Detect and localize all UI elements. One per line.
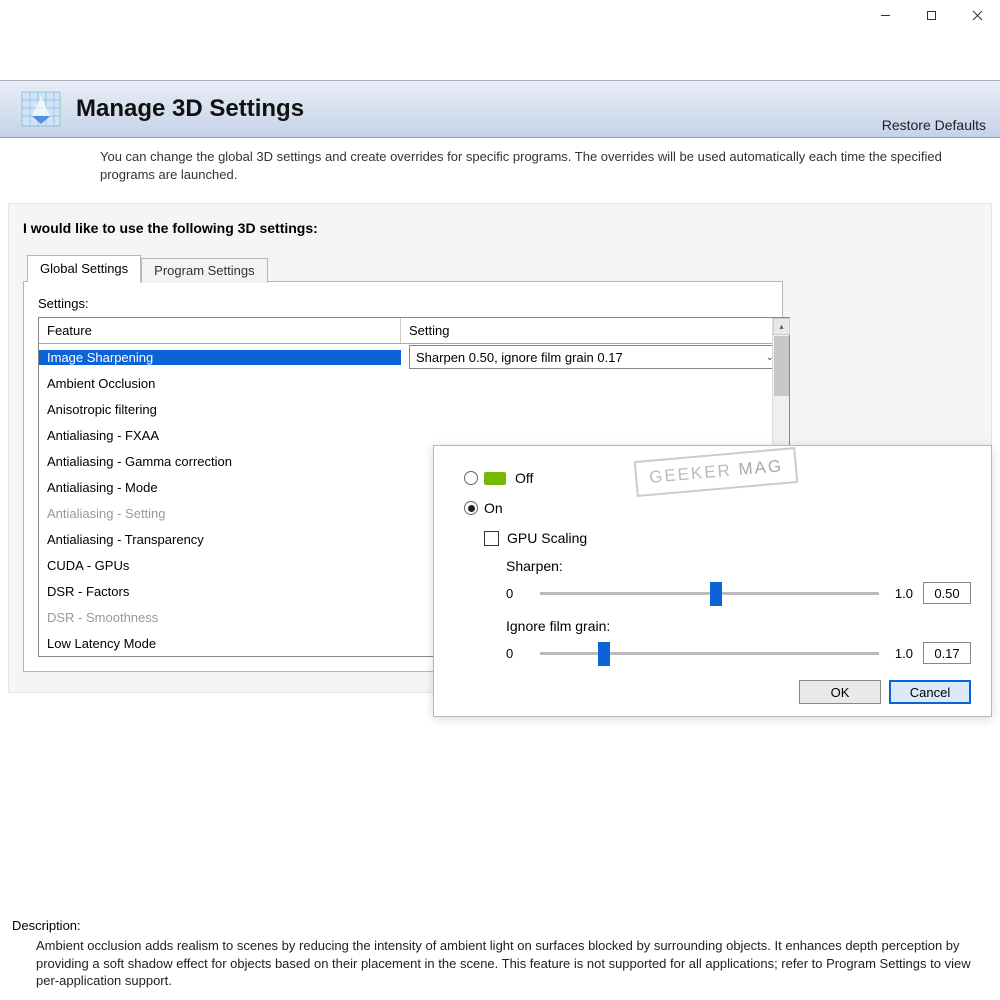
cancel-button[interactable]: Cancel (889, 680, 971, 704)
minimize-button[interactable] (862, 0, 908, 30)
gpu-scaling-checkbox[interactable] (484, 531, 499, 546)
sharpen-label: Sharpen: (506, 558, 971, 574)
table-header: Feature Setting (39, 318, 789, 344)
feature-cell: DSR - Factors (39, 584, 401, 599)
setting-dropdown[interactable]: Sharpen 0.50, ignore film grain 0.17⌄ (409, 345, 781, 369)
feature-cell: Antialiasing - Mode (39, 480, 401, 495)
feature-cell: Antialiasing - Transparency (39, 532, 401, 547)
tab-global-settings[interactable]: Global Settings (27, 255, 141, 282)
table-row[interactable]: Ambient Occlusion (39, 370, 789, 396)
image-sharpening-popup: Off On GPU Scaling Sharpen: 0 1.0 0.50 I… (433, 445, 992, 717)
ok-button[interactable]: OK (799, 680, 881, 704)
grain-label: Ignore film grain: (506, 618, 971, 634)
description-text: Ambient occlusion adds realism to scenes… (12, 937, 988, 990)
radio-on-label: On (484, 500, 503, 516)
setting-cell[interactable]: Sharpen 0.50, ignore film grain 0.17⌄ (401, 345, 789, 369)
sharpen-slider-group: Sharpen: 0 1.0 0.50 (506, 558, 971, 604)
radio-on-row[interactable]: On (464, 500, 971, 516)
grain-max: 1.0 (889, 646, 913, 661)
close-button[interactable] (954, 0, 1000, 30)
settings-3d-icon (18, 86, 64, 132)
feature-cell: Antialiasing - Setting (39, 506, 401, 521)
nvidia-toggle-icon (484, 472, 506, 485)
scroll-thumb[interactable] (774, 336, 789, 396)
grain-slider[interactable] (540, 652, 879, 655)
radio-off-row[interactable]: Off (464, 470, 971, 486)
feature-cell: Antialiasing - Gamma correction (39, 454, 401, 469)
window-titlebar (0, 0, 1000, 30)
feature-cell: Ambient Occlusion (39, 376, 401, 391)
feature-cell: Anisotropic filtering (39, 402, 401, 417)
tab-program-settings[interactable]: Program Settings (141, 258, 267, 283)
table-row[interactable]: Anisotropic filtering (39, 396, 789, 422)
sharpen-value[interactable]: 0.50 (923, 582, 971, 604)
sharpen-thumb[interactable] (710, 582, 722, 606)
column-feature[interactable]: Feature (39, 318, 401, 343)
grain-thumb[interactable] (598, 642, 610, 666)
scroll-up-button[interactable]: ▴ (773, 318, 790, 335)
sharpen-max: 1.0 (889, 586, 913, 601)
feature-cell: CUDA - GPUs (39, 558, 401, 573)
radio-off[interactable] (464, 471, 478, 485)
page-title: Manage 3D Settings (76, 95, 304, 123)
settings-tabs: Global Settings Program Settings (27, 254, 977, 281)
maximize-button[interactable] (908, 0, 954, 30)
gpu-scaling-label: GPU Scaling (507, 530, 587, 546)
feature-cell: Image Sharpening (39, 350, 401, 365)
description-section: Description: Ambient occlusion adds real… (12, 918, 988, 990)
feature-cell: Antialiasing - FXAA (39, 428, 401, 443)
grain-slider-group: Ignore film grain: 0 1.0 0.17 (506, 618, 971, 664)
grain-min: 0 (506, 646, 530, 661)
popup-buttons: OK Cancel (464, 680, 971, 704)
restore-defaults-link[interactable]: Restore Defaults (882, 117, 986, 133)
sharpen-min: 0 (506, 586, 530, 601)
gpu-scaling-row[interactable]: GPU Scaling (484, 530, 971, 546)
table-row[interactable]: Image Sharpening Sharpen 0.50, ignore fil… (39, 344, 789, 370)
sharpen-slider[interactable] (540, 592, 879, 595)
panel-title: I would like to use the following 3D set… (23, 220, 977, 236)
intro-text: You can change the global 3D settings an… (0, 138, 1000, 197)
feature-cell: DSR - Smoothness (39, 610, 401, 625)
page-header: Manage 3D Settings Restore Defaults (0, 80, 1000, 138)
settings-label: Settings: (38, 296, 768, 311)
radio-off-label: Off (515, 470, 533, 486)
grain-value[interactable]: 0.17 (923, 642, 971, 664)
radio-on[interactable] (464, 501, 478, 515)
description-label: Description: (12, 918, 988, 933)
column-setting[interactable]: Setting (401, 318, 789, 343)
feature-cell: Low Latency Mode (39, 636, 401, 651)
